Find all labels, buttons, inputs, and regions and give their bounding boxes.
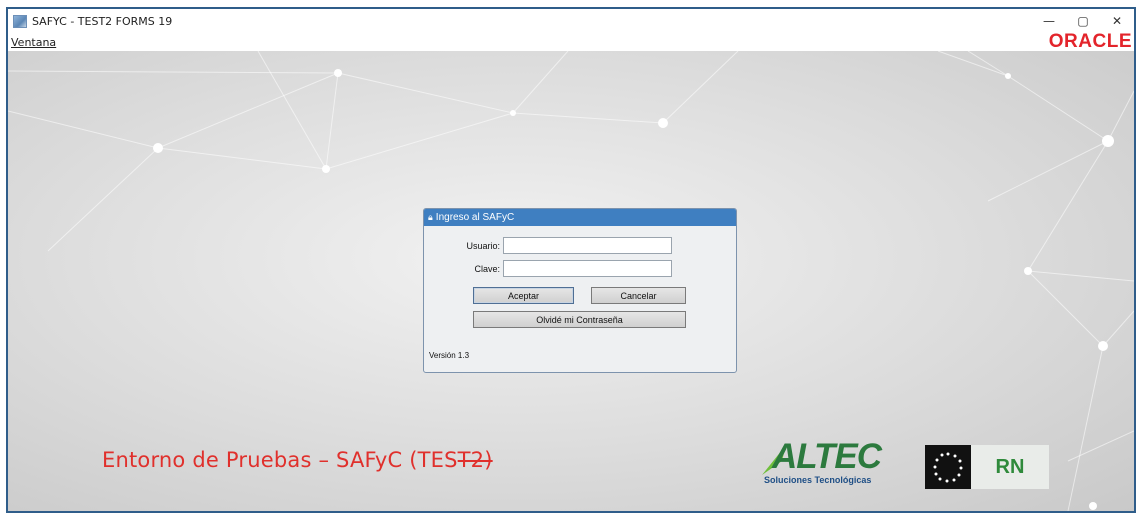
- menu-ventana[interactable]: Ventana: [11, 36, 56, 49]
- lock-icon: 🔒︎: [428, 212, 433, 222]
- forgot-password-button[interactable]: Olvidé mi Contraseña: [473, 311, 686, 328]
- close-button[interactable]: ✕: [1100, 9, 1134, 33]
- password-input[interactable]: [503, 260, 672, 277]
- login-dialog-title-bar: 🔒︎ Ingreso al SAFyC: [424, 209, 736, 226]
- cancel-button[interactable]: Cancelar: [591, 287, 686, 304]
- environment-banner: Entorno de Pruebas – SAFyC (TEST2): [102, 448, 493, 472]
- user-input[interactable]: [503, 237, 672, 254]
- altec-name: ALTEC: [772, 437, 882, 476]
- accept-button[interactable]: Aceptar: [473, 287, 574, 304]
- title-bar: SAFYC - TEST2 FORMS 19 — ▢ ✕: [8, 9, 1134, 33]
- stars-circle-icon: [933, 452, 963, 483]
- window-title: SAFYC - TEST2 FORMS 19: [32, 14, 173, 28]
- environment-banner-struck: T2): [457, 448, 493, 472]
- menu-bar: Ventana: [8, 33, 1134, 51]
- environment-banner-text: Entorno de Pruebas – SAFyC (TES: [102, 448, 458, 472]
- altec-logo: ALTEC Soluciones Tecnológicas: [760, 437, 900, 489]
- java-app-icon: [13, 14, 27, 28]
- rn-logo: RN: [925, 445, 1049, 489]
- altec-tagline: Soluciones Tecnológicas: [764, 475, 872, 485]
- user-row: Usuario:: [434, 237, 672, 254]
- password-label: Clave:: [474, 263, 500, 274]
- login-dialog-title: Ingreso al SAFyC: [435, 212, 515, 223]
- form-canvas: 🔒︎ Ingreso al SAFyC Usuario: Clave: Acep…: [8, 51, 1134, 511]
- rn-emblem: [925, 445, 971, 489]
- oracle-logo: ORACLE: [1048, 31, 1132, 52]
- window-controls: — ▢ ✕: [1032, 9, 1134, 33]
- password-row: Clave:: [434, 260, 672, 277]
- minimize-button[interactable]: —: [1032, 9, 1066, 33]
- login-dialog: 🔒︎ Ingreso al SAFyC Usuario: Clave: Acep…: [423, 208, 737, 373]
- rn-text: RN: [971, 445, 1049, 489]
- restore-button[interactable]: ▢: [1066, 9, 1100, 33]
- app-window: SAFYC - TEST2 FORMS 19 — ▢ ✕ Ventana ORA…: [6, 7, 1136, 513]
- user-label: Usuario:: [466, 240, 500, 251]
- version-label: Versión 1.3: [429, 351, 470, 360]
